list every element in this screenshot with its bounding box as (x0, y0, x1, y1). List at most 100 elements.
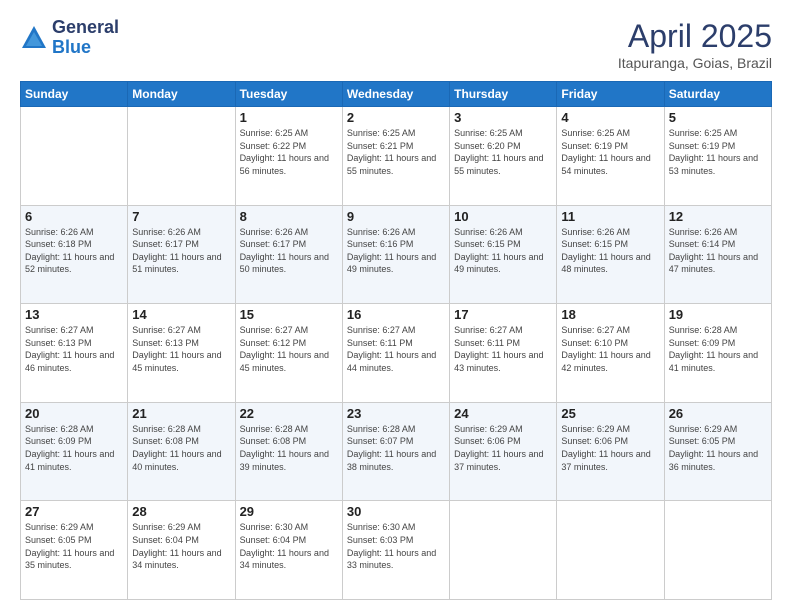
day-info: Sunrise: 6:27 AMSunset: 6:12 PMDaylight:… (240, 324, 338, 374)
day-info: Sunrise: 6:30 AMSunset: 6:03 PMDaylight:… (347, 521, 445, 571)
calendar-header-row: Sunday Monday Tuesday Wednesday Thursday… (21, 82, 772, 107)
day-number: 11 (561, 209, 659, 224)
day-number: 16 (347, 307, 445, 322)
table-row: 30 Sunrise: 6:30 AMSunset: 6:03 PMDayligh… (342, 501, 449, 600)
day-number: 12 (669, 209, 767, 224)
day-number: 10 (454, 209, 552, 224)
table-row: 26 Sunrise: 6:29 AMSunset: 6:05 PMDayligh… (664, 402, 771, 501)
table-row: 10 Sunrise: 6:26 AMSunset: 6:15 PMDayligh… (450, 205, 557, 304)
day-number: 6 (25, 209, 123, 224)
subtitle: Itapuranga, Goias, Brazil (618, 55, 772, 71)
day-info: Sunrise: 6:26 AMSunset: 6:16 PMDaylight:… (347, 226, 445, 276)
day-number: 18 (561, 307, 659, 322)
table-row: 3 Sunrise: 6:25 AMSunset: 6:20 PMDaylight… (450, 107, 557, 206)
day-info: Sunrise: 6:25 AMSunset: 6:19 PMDaylight:… (561, 127, 659, 177)
day-number: 8 (240, 209, 338, 224)
table-row: 6 Sunrise: 6:26 AMSunset: 6:18 PMDaylight… (21, 205, 128, 304)
table-row: 15 Sunrise: 6:27 AMSunset: 6:12 PMDayligh… (235, 304, 342, 403)
day-info: Sunrise: 6:25 AMSunset: 6:19 PMDaylight:… (669, 127, 767, 177)
table-row: 16Sunrise: 6:27 AMSunset: 6:11 PMDayligh… (342, 304, 449, 403)
day-number: 7 (132, 209, 230, 224)
table-row: 12 Sunrise: 6:26 AMSunset: 6:14 PMDayligh… (664, 205, 771, 304)
table-row: 17 Sunrise: 6:27 AMSunset: 6:11 PMDayligh… (450, 304, 557, 403)
day-number: 17 (454, 307, 552, 322)
logo-text: General Blue (52, 18, 119, 58)
day-number: 3 (454, 110, 552, 125)
day-info: Sunrise: 6:27 AMSunset: 6:13 PMDaylight:… (25, 324, 123, 374)
table-row: 19Sunrise: 6:28 AMSunset: 6:09 PMDayligh… (664, 304, 771, 403)
day-number: 5 (669, 110, 767, 125)
table-row: 1Sunrise: 6:25 AMSunset: 6:22 PMDaylight… (235, 107, 342, 206)
day-info: Sunrise: 6:28 AMSunset: 6:08 PMDaylight:… (240, 423, 338, 473)
table-row (128, 107, 235, 206)
day-info: Sunrise: 6:29 AMSunset: 6:04 PMDaylight:… (132, 521, 230, 571)
day-info: Sunrise: 6:27 AMSunset: 6:11 PMDaylight:… (454, 324, 552, 374)
day-number: 2 (347, 110, 445, 125)
day-number: 9 (347, 209, 445, 224)
day-info: Sunrise: 6:30 AMSunset: 6:04 PMDaylight:… (240, 521, 338, 571)
month-title: April 2025 (618, 18, 772, 55)
day-info: Sunrise: 6:28 AMSunset: 6:09 PMDaylight:… (669, 324, 767, 374)
calendar-week-5: 27 Sunrise: 6:29 AMSunset: 6:05 PMDayligh… (21, 501, 772, 600)
table-row: 25Sunrise: 6:29 AMSunset: 6:06 PMDayligh… (557, 402, 664, 501)
table-row (450, 501, 557, 600)
day-info: Sunrise: 6:25 AMSunset: 6:21 PMDaylight:… (347, 127, 445, 177)
day-info: Sunrise: 6:29 AMSunset: 6:06 PMDaylight:… (454, 423, 552, 473)
day-info: Sunrise: 6:29 AMSunset: 6:06 PMDaylight:… (561, 423, 659, 473)
col-friday: Friday (557, 82, 664, 107)
header: General Blue April 2025 Itapuranga, Goia… (20, 18, 772, 71)
col-thursday: Thursday (450, 82, 557, 107)
calendar-table: Sunday Monday Tuesday Wednesday Thursday… (20, 81, 772, 600)
day-number: 21 (132, 406, 230, 421)
day-number: 30 (347, 504, 445, 519)
logo: General Blue (20, 18, 119, 58)
table-row (21, 107, 128, 206)
table-row: 24 Sunrise: 6:29 AMSunset: 6:06 PMDayligh… (450, 402, 557, 501)
day-number: 24 (454, 406, 552, 421)
day-info: Sunrise: 6:25 AMSunset: 6:20 PMDaylight:… (454, 127, 552, 177)
day-info: Sunrise: 6:29 AMSunset: 6:05 PMDaylight:… (669, 423, 767, 473)
day-number: 20 (25, 406, 123, 421)
table-row (557, 501, 664, 600)
logo-general-text: General (52, 18, 119, 38)
table-row: 11 Sunrise: 6:26 AMSunset: 6:15 PMDayligh… (557, 205, 664, 304)
day-info: Sunrise: 6:25 AMSunset: 6:22 PMDaylight:… (240, 127, 338, 177)
day-info: Sunrise: 6:26 AMSunset: 6:17 PMDaylight:… (132, 226, 230, 276)
table-row: 22 Sunrise: 6:28 AMSunset: 6:08 PMDayligh… (235, 402, 342, 501)
day-number: 26 (669, 406, 767, 421)
table-row: 23 Sunrise: 6:28 AMSunset: 6:07 PMDayligh… (342, 402, 449, 501)
day-info: Sunrise: 6:26 AMSunset: 6:15 PMDaylight:… (561, 226, 659, 276)
day-info: Sunrise: 6:28 AMSunset: 6:08 PMDaylight:… (132, 423, 230, 473)
table-row: 13Sunrise: 6:27 AMSunset: 6:13 PMDayligh… (21, 304, 128, 403)
title-block: April 2025 Itapuranga, Goias, Brazil (618, 18, 772, 71)
day-info: Sunrise: 6:26 AMSunset: 6:14 PMDaylight:… (669, 226, 767, 276)
col-wednesday: Wednesday (342, 82, 449, 107)
day-number: 23 (347, 406, 445, 421)
col-sunday: Sunday (21, 82, 128, 107)
day-number: 27 (25, 504, 123, 519)
day-info: Sunrise: 6:26 AMSunset: 6:18 PMDaylight:… (25, 226, 123, 276)
table-row: 28Sunrise: 6:29 AMSunset: 6:04 PMDayligh… (128, 501, 235, 600)
col-tuesday: Tuesday (235, 82, 342, 107)
day-info: Sunrise: 6:29 AMSunset: 6:05 PMDaylight:… (25, 521, 123, 571)
day-info: Sunrise: 6:28 AMSunset: 6:07 PMDaylight:… (347, 423, 445, 473)
day-info: Sunrise: 6:26 AMSunset: 6:17 PMDaylight:… (240, 226, 338, 276)
calendar-week-2: 6 Sunrise: 6:26 AMSunset: 6:18 PMDaylight… (21, 205, 772, 304)
day-number: 22 (240, 406, 338, 421)
table-row: 14Sunrise: 6:27 AMSunset: 6:13 PMDayligh… (128, 304, 235, 403)
day-info: Sunrise: 6:28 AMSunset: 6:09 PMDaylight:… (25, 423, 123, 473)
day-info: Sunrise: 6:26 AMSunset: 6:15 PMDaylight:… (454, 226, 552, 276)
logo-icon (20, 24, 48, 52)
table-row: 29 Sunrise: 6:30 AMSunset: 6:04 PMDayligh… (235, 501, 342, 600)
day-number: 14 (132, 307, 230, 322)
day-number: 29 (240, 504, 338, 519)
col-saturday: Saturday (664, 82, 771, 107)
table-row: 2 Sunrise: 6:25 AMSunset: 6:21 PMDaylight… (342, 107, 449, 206)
table-row (664, 501, 771, 600)
table-row: 18 Sunrise: 6:27 AMSunset: 6:10 PMDayligh… (557, 304, 664, 403)
calendar-week-1: 1Sunrise: 6:25 AMSunset: 6:22 PMDaylight… (21, 107, 772, 206)
day-number: 15 (240, 307, 338, 322)
calendar-week-4: 20 Sunrise: 6:28 AMSunset: 6:09 PMDayligh… (21, 402, 772, 501)
day-info: Sunrise: 6:27 AMSunset: 6:10 PMDaylight:… (561, 324, 659, 374)
table-row: 4Sunrise: 6:25 AMSunset: 6:19 PMDaylight… (557, 107, 664, 206)
